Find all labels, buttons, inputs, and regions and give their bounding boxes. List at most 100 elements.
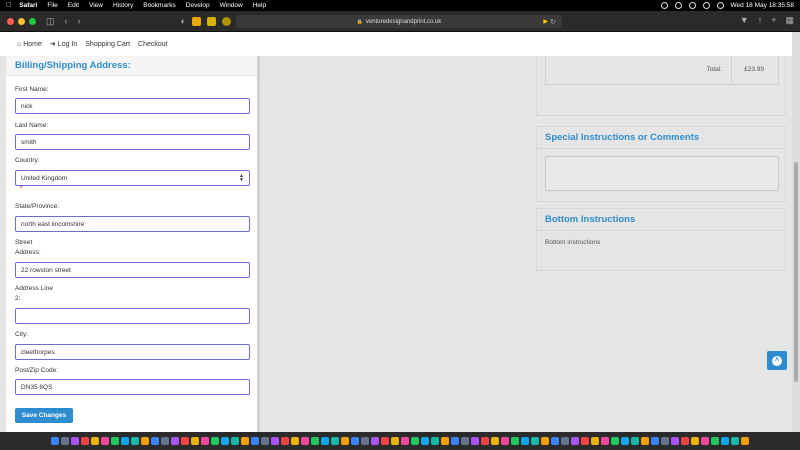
sidebar-icon[interactable]: ◫: [46, 16, 55, 26]
menu-app-name[interactable]: Safari: [19, 2, 37, 9]
dock-app-icon[interactable]: [471, 437, 479, 445]
nav-shopping-cart[interactable]: Shopping Cart: [85, 41, 130, 48]
dock-app-icon[interactable]: [401, 437, 409, 445]
dock-app-icon[interactable]: [431, 437, 439, 445]
dock-app-icon[interactable]: [71, 437, 79, 445]
downloads-icon[interactable]: ▼: [740, 15, 749, 26]
dock-app-icon[interactable]: [691, 437, 699, 445]
dock-app-icon[interactable]: [731, 437, 739, 445]
extension-icon[interactable]: [206, 16, 216, 26]
dock-app-icon[interactable]: [531, 437, 539, 445]
dock-app-icon[interactable]: [441, 437, 449, 445]
dock-app-icon[interactable]: [481, 437, 489, 445]
dock-app-icon[interactable]: [331, 437, 339, 445]
dock-app-icon[interactable]: [711, 437, 719, 445]
dock-app-icon[interactable]: [591, 437, 599, 445]
close-window-button[interactable]: [7, 17, 14, 25]
back-icon[interactable]: ‹: [65, 16, 68, 26]
dock-app-icon[interactable]: [621, 437, 629, 445]
menu-view[interactable]: View: [89, 2, 103, 9]
nav-checkout[interactable]: Checkout: [138, 41, 168, 48]
dock-app-icon[interactable]: [171, 437, 179, 445]
dock-app-icon[interactable]: [241, 437, 249, 445]
dock-app-icon[interactable]: [511, 437, 519, 445]
apple-icon[interactable]: : [6, 2, 11, 9]
clock[interactable]: Wed 18 May 18:35:58: [731, 2, 794, 9]
dock-app-icon[interactable]: [361, 437, 369, 445]
forward-icon[interactable]: ›: [78, 16, 81, 26]
dock-app-icon[interactable]: [341, 437, 349, 445]
dock-app-icon[interactable]: [131, 437, 139, 445]
dock-app-icon[interactable]: [371, 437, 379, 445]
dock-app-icon[interactable]: [121, 437, 129, 445]
street-input[interactable]: 22 rowston street: [15, 262, 250, 278]
tab-overview-icon[interactable]: ▦: [785, 15, 794, 26]
zoom-window-button[interactable]: [29, 17, 36, 25]
dock-app-icon[interactable]: [651, 437, 659, 445]
dock-app-icon[interactable]: [661, 437, 669, 445]
status-icon[interactable]: [660, 2, 668, 9]
last-name-input[interactable]: smith: [15, 134, 250, 150]
dock-app-icon[interactable]: [321, 437, 329, 445]
dock-app-icon[interactable]: [681, 437, 689, 445]
dock-app-icon[interactable]: [281, 437, 289, 445]
dock-app-icon[interactable]: [81, 437, 89, 445]
dock-app-icon[interactable]: [671, 437, 679, 445]
battery-icon[interactable]: [702, 2, 710, 9]
dock-app-icon[interactable]: [51, 437, 59, 445]
dock-app-icon[interactable]: [561, 437, 569, 445]
save-changes-button[interactable]: Save Changes: [15, 408, 73, 423]
dock-app-icon[interactable]: [91, 437, 99, 445]
dock-app-icon[interactable]: [411, 437, 419, 445]
menu-help[interactable]: Help: [253, 2, 266, 9]
menu-file[interactable]: File: [47, 2, 57, 9]
extension-icon[interactable]: [191, 16, 201, 26]
dock-app-icon[interactable]: [291, 437, 299, 445]
scroll-to-top-button[interactable]: ˄: [767, 351, 787, 370]
menu-edit[interactable]: Edit: [68, 2, 79, 9]
new-tab-icon[interactable]: +: [771, 15, 776, 26]
minimize-window-button[interactable]: [18, 17, 25, 25]
dock-app-icon[interactable]: [151, 437, 159, 445]
reload-icon[interactable]: ↻: [550, 18, 556, 26]
dock-app-icon[interactable]: [161, 437, 169, 445]
dock-app-icon[interactable]: [421, 437, 429, 445]
menu-develop[interactable]: Develop: [186, 2, 210, 9]
status-icon[interactable]: [674, 2, 682, 9]
search-icon[interactable]: [716, 2, 724, 9]
wifi-icon[interactable]: [688, 2, 696, 9]
first-name-input[interactable]: nick: [15, 98, 250, 114]
dock-app-icon[interactable]: [631, 437, 639, 445]
scrollbar-thumb[interactable]: [794, 162, 798, 382]
dock-app-icon[interactable]: [611, 437, 619, 445]
dock-app-icon[interactable]: [101, 437, 109, 445]
menu-bookmarks[interactable]: Bookmarks: [143, 2, 176, 9]
dock-app-icon[interactable]: [701, 437, 709, 445]
nav-log-in[interactable]: ➜ Log In: [50, 40, 77, 49]
dock-app-icon[interactable]: [311, 437, 319, 445]
page-scrollbar[interactable]: [792, 32, 800, 432]
dock-app-icon[interactable]: [741, 437, 749, 445]
share-icon[interactable]: ↑: [758, 15, 763, 26]
dock-app-icon[interactable]: [581, 437, 589, 445]
dock-app-icon[interactable]: [271, 437, 279, 445]
dock-app-icon[interactable]: [191, 437, 199, 445]
dock-app-icon[interactable]: [641, 437, 649, 445]
country-select[interactable]: United Kingdom ▲ ▼: [15, 170, 250, 186]
address-bar[interactable]: 🔒 venturedesignandprint.co.uk ▶ ↻: [236, 15, 562, 28]
extension-icon[interactable]: [221, 16, 231, 26]
dock-app-icon[interactable]: [501, 437, 509, 445]
state-input[interactable]: north east lincolnshire: [15, 216, 250, 232]
dock-app-icon[interactable]: [211, 437, 219, 445]
dock-app-icon[interactable]: [221, 437, 229, 445]
dock-app-icon[interactable]: [391, 437, 399, 445]
dock-app-icon[interactable]: [571, 437, 579, 445]
dock-app-icon[interactable]: [61, 437, 69, 445]
special-instructions-textarea[interactable]: [545, 156, 779, 191]
dock-app-icon[interactable]: [451, 437, 459, 445]
menu-history[interactable]: History: [113, 2, 133, 9]
dock-app-icon[interactable]: [201, 437, 209, 445]
dock-app-icon[interactable]: [301, 437, 309, 445]
dock-app-icon[interactable]: [601, 437, 609, 445]
dock-app-icon[interactable]: [141, 437, 149, 445]
